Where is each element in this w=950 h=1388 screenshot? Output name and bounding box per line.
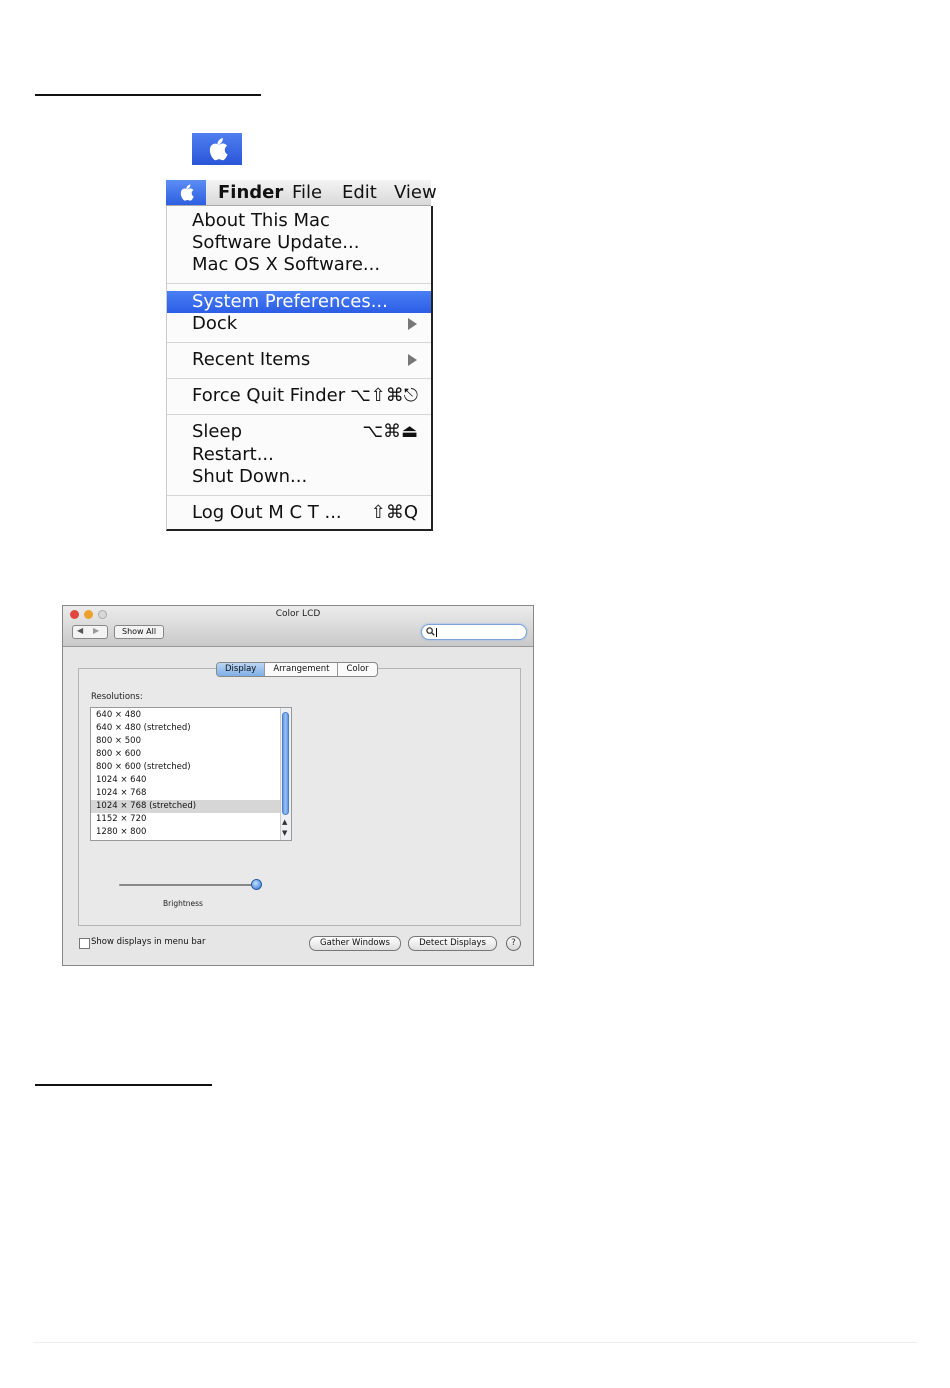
back-forward-buttons[interactable]: ◀ ▶ [72, 625, 108, 639]
footer-divider [33, 1342, 917, 1343]
menu-bar: Finder File Edit View [166, 180, 437, 206]
apple-menu-button[interactable] [166, 180, 206, 205]
menu-separator [167, 414, 431, 415]
window-titlebar: Color LCD ◀ ▶ Show All [63, 606, 533, 647]
text-cursor [436, 628, 437, 637]
tab-display[interactable]: Display [217, 663, 265, 676]
shortcut-label: ⇧⌘Q [370, 502, 418, 523]
menu-item-system-preferences[interactable]: System Preferences... [167, 291, 431, 313]
menu-finder[interactable]: Finder [218, 182, 283, 203]
display-preferences-window: Color LCD ◀ ▶ Show All Display Arrangeme… [62, 605, 534, 966]
menu-item-sleep[interactable]: Sleep ⌥⌘⏏ [167, 421, 431, 443]
back-arrow-icon[interactable]: ◀ [77, 626, 83, 635]
show-displays-checkbox[interactable] [79, 938, 90, 949]
window-title: Color LCD [275, 609, 321, 619]
apple-logo-icon [192, 133, 242, 165]
show-displays-label: Show displays in menu bar [91, 937, 206, 947]
menu-separator [167, 378, 431, 379]
menu-item-log-out[interactable]: Log Out M C T ... ⇧⌘Q [167, 502, 431, 524]
brightness-label: Brightness [163, 899, 203, 908]
scroll-down-icon[interactable]: ▼ [282, 829, 287, 837]
tab-bar: Display Arrangement Color [216, 662, 378, 677]
list-item[interactable]: 1152 × 720 [91, 813, 280, 826]
menu-item-mac-os-x-software[interactable]: Mac OS X Software... [167, 254, 431, 276]
menu-separator [167, 342, 431, 343]
menu-separator [167, 495, 431, 496]
search-input[interactable] [421, 624, 527, 640]
list-item[interactable]: 1024 × 768 [91, 787, 280, 800]
help-button[interactable]: ? [506, 936, 521, 951]
shortcut-label: ⌥⌘⏏ [362, 421, 418, 442]
list-scrollbar[interactable]: ▲ ▼ [280, 708, 291, 840]
resolutions-list[interactable]: 640 × 480 640 × 480 (stretched) 800 × 50… [90, 707, 292, 841]
list-item[interactable]: 800 × 600 (stretched) [91, 761, 280, 774]
gather-windows-button[interactable]: Gather Windows [309, 936, 401, 951]
menu-separator [167, 283, 431, 284]
menu-item-dock[interactable]: Dock [167, 313, 431, 335]
menu-file[interactable]: File [292, 182, 322, 203]
submenu-arrow-icon [408, 318, 417, 330]
scroll-thumb[interactable] [282, 712, 289, 815]
menu-item-software-update[interactable]: Software Update... [167, 232, 431, 254]
menu-edit[interactable]: Edit [342, 182, 377, 203]
list-item[interactable]: 1024 × 640 [91, 774, 280, 787]
list-item[interactable]: 1280 × 800 [91, 826, 280, 839]
list-item[interactable]: 640 × 480 (stretched) [91, 722, 280, 735]
apple-icon [180, 184, 194, 201]
shortcut-label: ⌥⇧⌘⎋ [349, 385, 418, 406]
list-item[interactable]: 640 × 480 [91, 709, 280, 722]
list-item-selected[interactable]: 1024 × 768 (stretched) [91, 800, 280, 813]
apple-dropdown-menu: About This Mac Software Update... Mac OS… [166, 206, 433, 531]
scroll-up-icon[interactable]: ▲ [282, 818, 287, 826]
brightness-slider-track[interactable] [119, 884, 257, 886]
menu-item-shut-down[interactable]: Shut Down... [167, 466, 431, 488]
tab-arrangement[interactable]: Arrangement [264, 663, 337, 676]
brightness-slider-knob[interactable] [251, 879, 262, 890]
detect-displays-button[interactable]: Detect Displays [408, 936, 497, 951]
forward-arrow-icon[interactable]: ▶ [93, 626, 99, 635]
menu-item-force-quit[interactable]: Force Quit Finder ⌥⇧⌘⎋ [167, 385, 431, 407]
list-item[interactable]: 800 × 500 [91, 735, 280, 748]
section-underline-top [35, 94, 261, 96]
menu-item-restart[interactable]: Restart... [167, 444, 431, 466]
search-icon [426, 627, 435, 636]
menu-item-about[interactable]: About This Mac [167, 210, 431, 232]
menu-item-recent-items[interactable]: Recent Items [167, 349, 431, 371]
submenu-arrow-icon [408, 354, 417, 366]
show-all-button[interactable]: Show All [114, 625, 165, 639]
tab-color[interactable]: Color [337, 663, 376, 676]
menu-view[interactable]: View [394, 182, 437, 203]
resolutions-label: Resolutions: [91, 692, 143, 702]
section-underline-bottom [35, 1084, 212, 1086]
list-item[interactable]: 800 × 600 [91, 748, 280, 761]
